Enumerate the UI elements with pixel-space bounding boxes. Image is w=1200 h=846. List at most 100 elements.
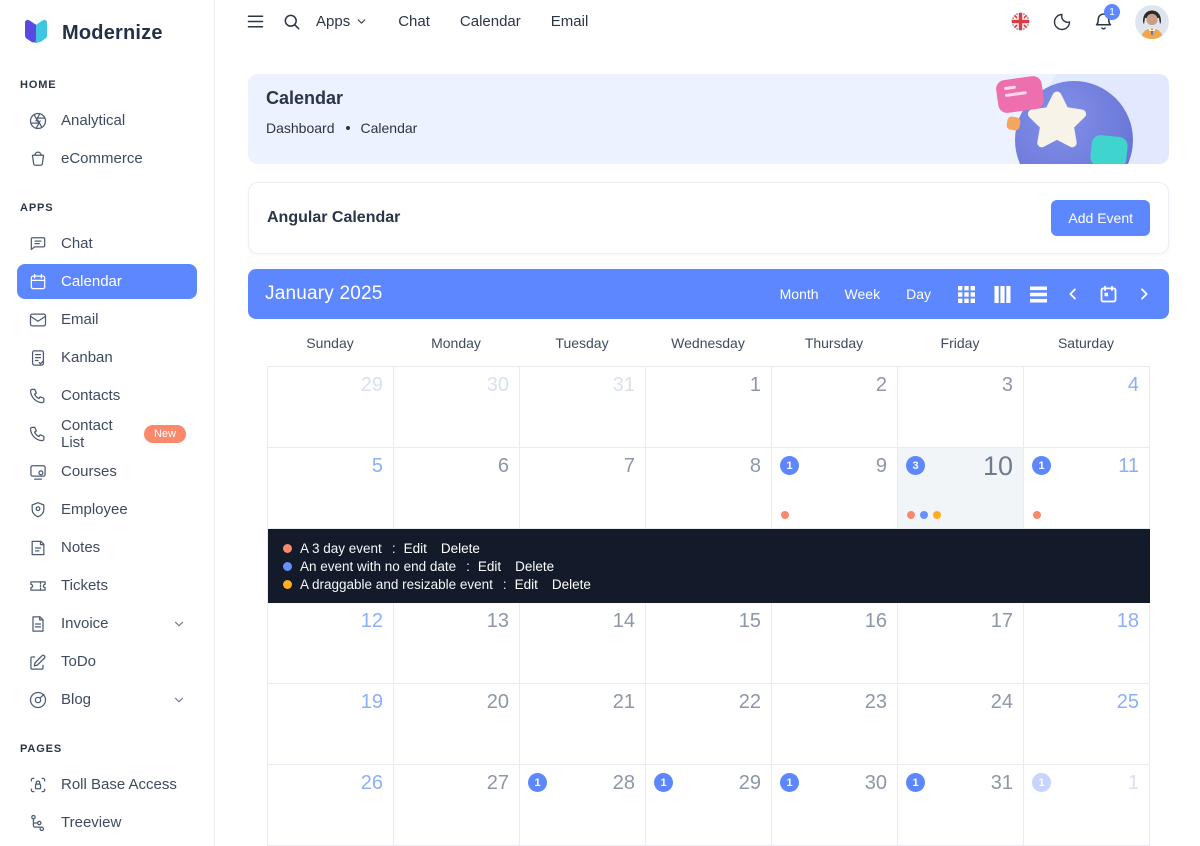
next-month-chevron-icon[interactable] [1136, 286, 1152, 302]
day-cell-17[interactable]: 17 [898, 603, 1024, 684]
day-cell-6[interactable]: 6 [394, 448, 520, 529]
day-cell-25[interactable]: 25 [1024, 684, 1150, 765]
user-avatar[interactable] [1135, 5, 1169, 39]
day-cell-31[interactable]: 31 [520, 367, 646, 448]
day-cell-8[interactable]: 8 [646, 448, 772, 529]
brand-logo[interactable]: Modernize [19, 14, 197, 53]
event-edit-link[interactable]: Edit [404, 541, 427, 556]
event-count-badge: 1 [1032, 773, 1051, 792]
sidebar-item-kanban[interactable]: Kanban [17, 340, 197, 375]
day-cell-27[interactable]: 27 [394, 765, 520, 846]
day-cell-20[interactable]: 20 [394, 684, 520, 765]
day-cell-28[interactable]: 128 [520, 765, 646, 846]
day-cell-15[interactable]: 15 [646, 603, 772, 684]
day-cell-30[interactable]: 30 [394, 367, 520, 448]
day-cell-30[interactable]: 130 [772, 765, 898, 846]
sidebar-item-todo[interactable]: ToDo [17, 644, 197, 679]
day-header-monday: Monday [393, 335, 519, 351]
sidebar-item-ecommerce[interactable]: eCommerce [17, 141, 197, 176]
notifications-bell[interactable]: 1 [1093, 11, 1114, 32]
day-cell-22[interactable]: 22 [646, 684, 772, 765]
sidebar-item-tickets[interactable]: Tickets [17, 568, 197, 603]
blog-icon [28, 690, 48, 710]
dark-mode-moon-icon[interactable] [1052, 12, 1072, 32]
month-grid-view-icon[interactable] [957, 285, 976, 304]
day-number: 2 [876, 374, 887, 397]
day-cell-18[interactable]: 18 [1024, 603, 1150, 684]
day-cell-29[interactable]: 129 [646, 765, 772, 846]
nav-link-chat[interactable]: Chat [398, 13, 430, 30]
day-cell-23[interactable]: 23 [772, 684, 898, 765]
day-cell-14[interactable]: 14 [520, 603, 646, 684]
card-title: Angular Calendar [267, 209, 400, 227]
sidebar-item-label: Tickets [61, 577, 108, 594]
day-cell-31[interactable]: 131 [898, 765, 1024, 846]
language-flag-icon[interactable] [1010, 11, 1031, 32]
sidebar-item-blog[interactable]: Blog [17, 682, 197, 717]
day-header-saturday: Saturday [1023, 335, 1149, 351]
sidebar-item-contacts[interactable]: Contacts [17, 378, 197, 413]
view-day-button[interactable]: Day [906, 286, 931, 302]
day-cell-21[interactable]: 21 [520, 684, 646, 765]
week-columns-view-icon[interactable] [993, 285, 1012, 304]
day-cell-26[interactable]: 26 [268, 765, 394, 846]
notification-count-badge: 1 [1104, 4, 1120, 20]
day-cell-2[interactable]: 2 [772, 367, 898, 448]
shield-icon [28, 500, 48, 520]
event-delete-link[interactable]: Delete [441, 541, 480, 556]
day-cell-12[interactable]: 12 [268, 603, 394, 684]
day-cell-4[interactable]: 4 [1024, 367, 1150, 448]
day-cell-5[interactable]: 5 [268, 448, 394, 529]
add-event-button[interactable]: Add Event [1051, 200, 1150, 236]
menu-toggle-icon[interactable] [245, 11, 266, 32]
sidebar-item-treeview[interactable]: Treeview [17, 805, 197, 840]
day-cell-11[interactable]: 111 [1024, 448, 1150, 529]
popup-event-row: A 3 day event:EditDelete [283, 541, 1135, 556]
search-icon[interactable] [282, 12, 302, 32]
nav-apps-menu[interactable]: Apps [316, 13, 368, 30]
sidebar-item-courses[interactable]: Courses [17, 454, 197, 489]
sidebar-item-invoice[interactable]: Invoice [17, 606, 197, 641]
sidebar-item-employee[interactable]: Employee [17, 492, 197, 527]
event-delete-link[interactable]: Delete [552, 577, 591, 592]
prev-month-chevron-icon[interactable] [1065, 286, 1081, 302]
day-cell-9[interactable]: 19 [772, 448, 898, 529]
event-edit-link[interactable]: Edit [515, 577, 538, 592]
sidebar-item-notes[interactable]: Notes [17, 530, 197, 565]
day-cell-16[interactable]: 16 [772, 603, 898, 684]
sidebar-item-roll-base-access[interactable]: Roll Base Access [17, 767, 197, 802]
day-cell-1[interactable]: 1 [646, 367, 772, 448]
nav-link-email[interactable]: Email [551, 13, 589, 30]
sidebar-nav: HOMEAnalyticaleCommerceAPPSChatCalendarE… [17, 79, 197, 840]
day-rows-view-icon[interactable] [1029, 285, 1048, 304]
nav-link-calendar[interactable]: Calendar [460, 13, 521, 30]
view-month-button[interactable]: Month [780, 286, 819, 302]
sidebar-item-label: Employee [61, 501, 128, 518]
day-cell-10-today[interactable]: 310 [898, 448, 1024, 529]
calendar-grid: 2930311234567819310111A 3 day event:Edit… [267, 366, 1150, 846]
breadcrumb-dashboard[interactable]: Dashboard [266, 120, 335, 136]
day-cell-29[interactable]: 29 [268, 367, 394, 448]
day-number: 4 [1128, 374, 1139, 397]
day-cell-24[interactable]: 24 [898, 684, 1024, 765]
day-number: 8 [750, 455, 761, 478]
event-count-badge: 1 [780, 456, 799, 475]
day-cell-7[interactable]: 7 [520, 448, 646, 529]
view-week-button[interactable]: Week [845, 286, 881, 302]
sidebar-item-contact-list[interactable]: Contact ListNew [17, 416, 197, 451]
event-delete-link[interactable]: Delete [515, 559, 554, 574]
calendar-week-row: 2930311 23 4 [268, 367, 1150, 448]
day-cell-1[interactable]: 11 [1024, 765, 1150, 846]
sidebar-item-chat[interactable]: Chat [17, 226, 197, 261]
day-cell-19[interactable]: 19 [268, 684, 394, 765]
sidebar-item-calendar[interactable]: Calendar [17, 264, 197, 299]
mail-icon [28, 310, 48, 330]
day-header-thursday: Thursday [771, 335, 897, 351]
sidebar-item-email[interactable]: Email [17, 302, 197, 337]
day-cell-3[interactable]: 3 [898, 367, 1024, 448]
day-cell-13[interactable]: 13 [394, 603, 520, 684]
event-edit-link[interactable]: Edit [478, 559, 501, 574]
today-calendar-icon[interactable] [1098, 284, 1119, 305]
sidebar-item-analytical[interactable]: Analytical [17, 103, 197, 138]
day-number: 1 [1128, 772, 1139, 795]
